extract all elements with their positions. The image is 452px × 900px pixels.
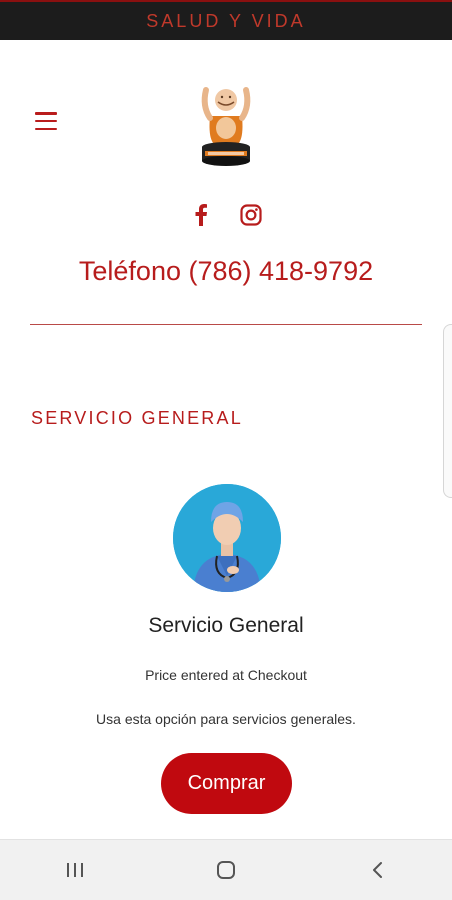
product-name: Servicio General — [148, 614, 304, 637]
phone-number[interactable]: Teléfono (786) 418-9792 — [0, 256, 452, 287]
top-banner: SALUD Y VIDA — [0, 0, 452, 40]
section-title: SERVICIO GENERAL — [31, 408, 243, 428]
recent-apps-icon[interactable] — [45, 850, 105, 890]
system-nav-bar — [0, 839, 452, 900]
product-image[interactable] — [173, 484, 281, 592]
edge-panel-handle[interactable] — [443, 324, 452, 498]
home-icon[interactable] — [196, 850, 256, 890]
instagram-icon[interactable] — [240, 204, 262, 226]
price-note: Price entered at Checkout — [145, 667, 307, 683]
product-description: Usa esta opción para servicios generales… — [96, 711, 356, 727]
brand-logo[interactable] — [196, 76, 256, 168]
buy-button[interactable]: Comprar — [161, 753, 292, 814]
facebook-icon[interactable] — [190, 204, 212, 226]
social-links — [0, 204, 452, 226]
hamburger-menu-icon[interactable] — [35, 112, 57, 130]
back-icon[interactable] — [347, 850, 407, 890]
banner-title: SALUD Y VIDA — [146, 10, 306, 31]
divider — [30, 324, 422, 325]
